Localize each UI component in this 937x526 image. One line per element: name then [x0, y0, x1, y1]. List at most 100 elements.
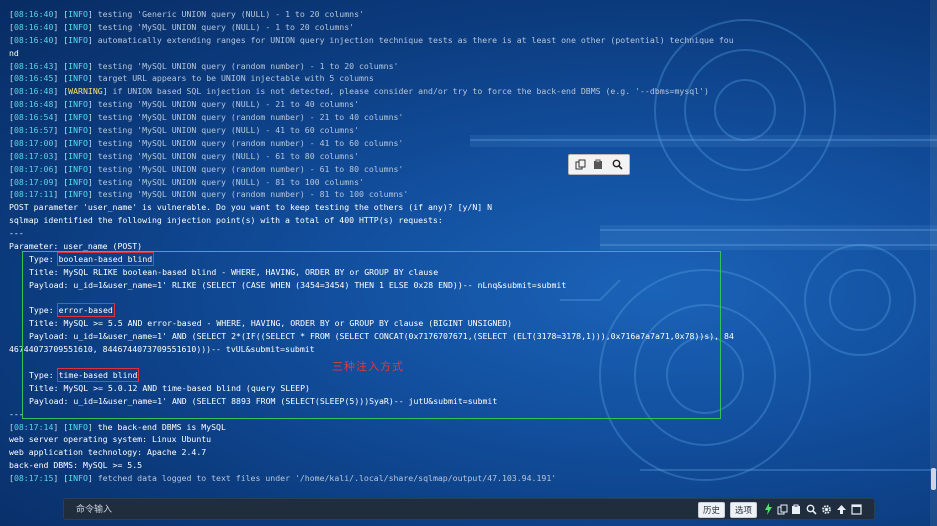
log-message: testing 'MySQL UNION query (NULL) - 1 to…	[97, 21, 355, 32]
arrow-up-icon[interactable]	[835, 502, 847, 516]
terminal-line: web server operating system: Linux Ubunt…	[9, 433, 914, 446]
terminal-line: [08:16:48] [INFO] testing 'MySQL UNION q…	[9, 98, 914, 111]
log-timestamp: 08:17:15	[13, 473, 54, 484]
bracket: ]	[87, 163, 98, 174]
terminal-line: [08:17:06] [INFO] testing 'MySQL UNION q…	[9, 163, 914, 176]
output-text: Payload: u_id=1&user_name=1' RLIKE (SELE…	[29, 279, 567, 290]
bracket: ]	[87, 99, 98, 110]
log-timestamp: 08:16:45	[13, 73, 54, 84]
terminal-line: Type: error-based	[9, 303, 914, 318]
terminal-line: [08:17:14] [INFO] the back-end DBMS is M…	[9, 421, 914, 434]
output-text: back-end DBMS: MySQL >= 5.5	[9, 460, 143, 471]
bracket: ]	[102, 86, 113, 97]
log-message: testing 'MySQL UNION query (NULL) - 81 t…	[97, 176, 364, 187]
output-text: Payload: u_id=1&user_name=1' AND (SELECT…	[29, 395, 498, 406]
lightning-icon[interactable]	[762, 502, 774, 516]
command-bar: 历史 选项	[63, 498, 875, 520]
terminal-line: [08:17:11] [INFO] testing 'MySQL UNION q…	[9, 188, 914, 201]
output-text: Parameter: user_name (POST)	[9, 241, 143, 252]
terminal-line: Title: MySQL >= 5.0.12 AND time-based bl…	[9, 382, 914, 395]
terminal-line: ---	[9, 408, 914, 421]
log-level: INFO	[68, 60, 88, 71]
output-text: Title: MySQL >= 5.0.12 AND time-based bl…	[29, 382, 310, 393]
output-text: nd	[9, 47, 19, 58]
log-message: testing 'MySQL UNION query (random numbe…	[97, 60, 399, 71]
log-level: INFO	[68, 99, 88, 110]
log-level: INFO	[68, 150, 88, 161]
log-timestamp: 08:17:11	[13, 189, 54, 200]
log-message: testing 'MySQL UNION query (NULL) - 61 t…	[97, 150, 360, 161]
bracket: ]	[87, 189, 98, 200]
log-message: testing 'Generic UNION query (NULL) - 1 …	[97, 9, 364, 19]
terminal-line: Parameter: user_name (POST)	[9, 240, 914, 253]
terminal-line: POST parameter 'user_name' is vulnerable…	[9, 201, 914, 214]
bracket: ]	[87, 421, 98, 432]
log-message: testing 'MySQL UNION query (random numbe…	[97, 189, 409, 200]
log-timestamp: 08:16:54	[13, 112, 54, 123]
log-timestamp: 08:16:43	[13, 60, 54, 71]
search-icon[interactable]	[805, 502, 817, 516]
options-button[interactable]: 选项	[730, 502, 758, 518]
paste-icon[interactable]	[592, 158, 606, 172]
copy-icon[interactable]	[573, 158, 587, 172]
bracket: ] [	[53, 150, 69, 161]
log-level: INFO	[68, 21, 88, 32]
copy-icon[interactable]	[776, 502, 788, 516]
log-timestamp: 08:17:00	[13, 137, 54, 148]
command-input[interactable]	[64, 499, 708, 519]
injection-type-highlight: time-based blind	[56, 367, 140, 382]
log-level: INFO	[68, 73, 88, 84]
vertical-scrollbar[interactable]	[930, 0, 937, 526]
paste-icon[interactable]	[790, 502, 802, 516]
bracket: ] [	[53, 137, 69, 148]
log-timestamp: 08:17:14	[13, 421, 54, 432]
log-message: if UNION based SQL injection is not dete…	[112, 86, 709, 97]
type-label: Type:	[29, 305, 59, 316]
log-level: INFO	[68, 189, 88, 200]
bracket: ] [	[53, 421, 69, 432]
scrollbar-thumb[interactable]	[931, 468, 936, 490]
bracket: ] [	[53, 112, 69, 123]
terminal-line: [08:17:15] [INFO] fetched data logged to…	[9, 472, 914, 485]
terminal-line: [08:17:03] [INFO] testing 'MySQL UNION q…	[9, 150, 914, 163]
terminal-line: [08:17:00] [INFO] testing 'MySQL UNION q…	[9, 137, 914, 150]
terminal-line: Payload: u_id=1&user_name=1' AND (SELECT…	[9, 330, 914, 343]
bracket: ]	[87, 137, 98, 148]
terminal-line: [08:16:54] [INFO] testing 'MySQL UNION q…	[9, 111, 914, 124]
output-text: web application technology: Apache 2.4.7	[9, 447, 207, 458]
maximize-icon[interactable]	[850, 502, 862, 516]
output-text: ---	[9, 228, 24, 239]
log-message: automatically extending ranges for UNION…	[97, 34, 734, 45]
terminal-line: [08:17:09] [INFO] testing 'MySQL UNION q…	[9, 176, 914, 189]
log-level: INFO	[68, 163, 88, 174]
bracket: ]	[87, 9, 98, 19]
log-message: testing 'MySQL UNION query (NULL) - 41 t…	[97, 125, 360, 136]
bracket: ] [	[53, 125, 69, 136]
terminal-output: [08:16:40] [INFO] testing 'Generic UNION…	[9, 8, 914, 485]
log-message: fetched data logged to text files under …	[97, 473, 557, 484]
terminal-line: Type: boolean-based blind	[9, 251, 914, 266]
bracket: ]	[87, 176, 98, 187]
injection-types-annotation: 三种注入方式	[332, 360, 404, 373]
log-level: INFO	[68, 34, 88, 45]
bracket: ] [	[53, 9, 69, 19]
output-text: ---	[9, 408, 24, 419]
bracket: ] [	[53, 21, 69, 32]
log-level: INFO	[68, 421, 88, 432]
search-icon[interactable]	[611, 158, 625, 172]
terminal-line: nd	[9, 47, 914, 60]
log-timestamp: 08:16:40	[13, 9, 54, 19]
log-message: testing 'MySQL UNION query (random numbe…	[97, 112, 404, 123]
log-timestamp: 08:16:48	[13, 86, 54, 97]
bracket: ]	[87, 125, 98, 136]
history-button[interactable]: 历史	[698, 502, 726, 518]
terminal-line: [08:16:45] [INFO] target URL appears to …	[9, 72, 914, 85]
output-text: sqlmap identified the following injectio…	[9, 215, 443, 226]
log-timestamp: 08:16:40	[13, 21, 54, 32]
log-timestamp: 08:16:48	[13, 99, 54, 110]
bracket: ]	[87, 150, 98, 161]
bracket: ]	[87, 34, 98, 45]
gear-icon[interactable]	[820, 502, 832, 516]
